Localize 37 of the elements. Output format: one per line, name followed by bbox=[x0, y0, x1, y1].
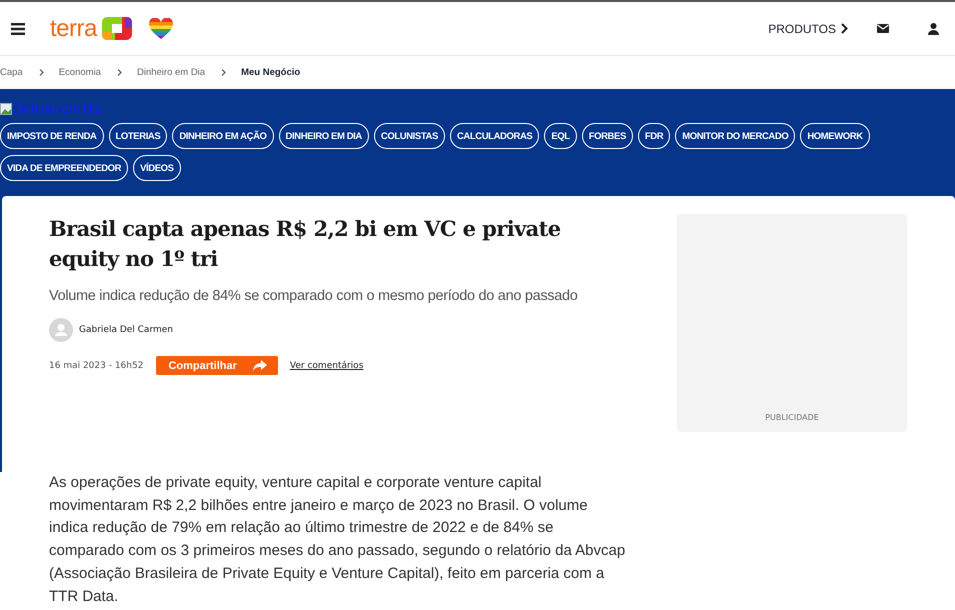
broken-image-icon bbox=[0, 103, 12, 115]
chevron-icon bbox=[841, 23, 848, 34]
article-subtitle: Volume indica redução de 84% se comparado com o mesmo período do ano passado bbox=[49, 288, 579, 304]
ad-label: PUBLICIDADE bbox=[765, 413, 819, 422]
nav-chip[interactable]: COLUNISTAS bbox=[374, 123, 445, 149]
user-icon[interactable] bbox=[928, 22, 939, 34]
nav-chip[interactable]: DINHEIRO EM DIA bbox=[278, 123, 369, 149]
nav-chip[interactable]: MONITOR DO MERCADO bbox=[675, 123, 796, 149]
avatar-icon bbox=[49, 318, 73, 342]
menu-icon[interactable] bbox=[11, 22, 25, 34]
mail-icon[interactable] bbox=[877, 24, 889, 33]
chevron-icon bbox=[116, 69, 122, 76]
heart-icon bbox=[148, 18, 174, 40]
nav-chip[interactable]: FDR bbox=[638, 123, 670, 149]
nav-chip[interactable]: HOMEWORK bbox=[800, 123, 870, 149]
article-title: Brasil capta apenas R$ 2,2 bi em VC e private equity no 1º tri bbox=[49, 215, 562, 273]
breadcrumb-link[interactable]: Meu Negócio bbox=[241, 67, 300, 78]
chevron-icon bbox=[38, 69, 44, 76]
breadcrumb-link[interactable]: Dinheiro em Dia bbox=[136, 67, 206, 78]
nav-chip[interactable]: VIDA DE EMPREENDEDOR bbox=[0, 155, 128, 181]
nav-chip[interactable]: IMPOSTO DE RENDA bbox=[0, 123, 104, 149]
nav-chip[interactable]: FORBES bbox=[582, 123, 633, 149]
logo-icon bbox=[100, 16, 133, 42]
nav-chip[interactable]: EQL bbox=[544, 123, 577, 149]
author-name[interactable]: Gabriela Del Carmen bbox=[79, 325, 173, 335]
publish-date: 16 mai 2023 - 16h52 bbox=[49, 360, 144, 370]
breadcrumb-link[interactable]: Capa bbox=[0, 67, 23, 78]
nav-chip[interactable]: VÍDEOS bbox=[133, 155, 181, 181]
nav-chip[interactable]: LOTERIAS bbox=[108, 123, 168, 149]
nav-chip[interactable]: CALCULADORAS bbox=[450, 123, 540, 149]
products-menu[interactable]: PRODUTOS bbox=[768, 22, 848, 36]
breadcrumb-link[interactable]: Economia bbox=[58, 67, 101, 78]
chevron-icon bbox=[221, 69, 226, 76]
nav-chip[interactable]: DINHEIRO EM AÇÃO bbox=[172, 123, 274, 149]
article-paragraph: As operações de private equity, venture capital e corporate venture capital movimentaram R$ 2,2 bilhões entre janeiro e março de 2023 no Brasil. O volume indica redução de 79% em relação ao último trimestre de 2022 e de 84% se comparado com os 3 primeiros meses do ano passado, segundo o relatório da Abvcap (Associação Brasileira de Private Equity e Venture Capital), feito em parceria com a TTR Data. bbox=[49, 473, 626, 607]
comments-link[interactable]: Ver comentários bbox=[290, 360, 364, 370]
share-arrow-icon bbox=[252, 360, 267, 371]
